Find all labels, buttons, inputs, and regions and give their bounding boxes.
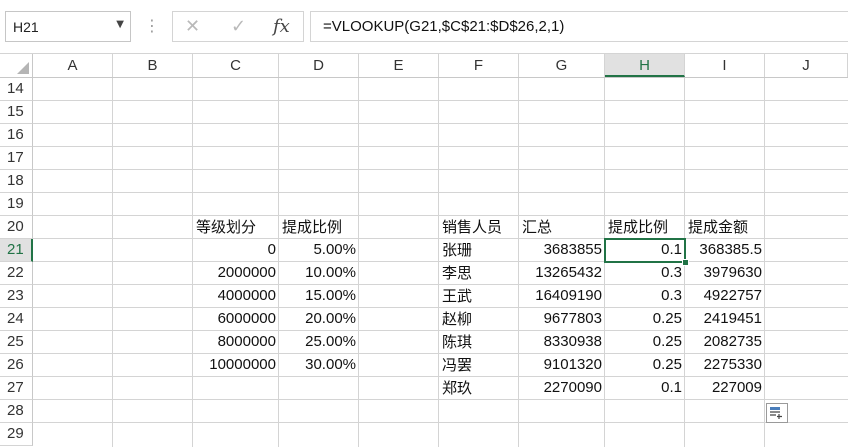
gridline [33, 123, 848, 124]
column-header-d[interactable]: D [279, 54, 359, 77]
tier-threshold-cell[interactable]: 0 [193, 239, 279, 261]
formula-input[interactable]: =VLOOKUP(G21,$C$21:$D$26,2,1) [310, 11, 848, 42]
sales-rate-cell[interactable]: 0.1 [605, 377, 685, 399]
row-header[interactable]: 20 [0, 216, 33, 239]
row-header[interactable]: 17 [0, 147, 33, 170]
row-header[interactable]: 19 [0, 193, 33, 216]
tier-rate-cell[interactable]: 15.00% [279, 285, 359, 307]
column-header-f[interactable]: F [439, 54, 519, 77]
column-header-i[interactable]: I [685, 54, 765, 77]
gridline [33, 146, 848, 147]
sales-rate-cell[interactable]: 0.25 [605, 354, 685, 376]
formula-buttons: ✕ ✓ fx [172, 11, 304, 42]
column-header-h[interactable]: H [605, 54, 685, 77]
row-header[interactable]: 18 [0, 170, 33, 193]
sales-person-cell[interactable]: 赵柳 [439, 308, 519, 330]
sales-amount-cell[interactable]: 227009 [685, 377, 765, 399]
tier-rate-cell[interactable]: 10.00% [279, 262, 359, 284]
sales-person-cell[interactable]: 李思 [439, 262, 519, 284]
row-header[interactable]: 16 [0, 124, 33, 147]
row-header[interactable]: 22 [0, 262, 33, 285]
gridline [33, 100, 848, 101]
quick-analysis-icon [770, 407, 782, 419]
tier-rate-cell[interactable]: 30.00% [279, 354, 359, 376]
tier-rate-cell[interactable]: 20.00% [279, 308, 359, 330]
row-header[interactable]: 28 [0, 400, 33, 423]
sales-person-cell[interactable]: 冯罢 [439, 354, 519, 376]
gridline [33, 399, 848, 400]
gridline [33, 192, 848, 193]
sales-rate-cell[interactable]: 0.3 [605, 285, 685, 307]
sales-person-cell[interactable]: 陈琪 [439, 331, 519, 353]
tier-rate-cell[interactable]: 5.00% [279, 239, 359, 261]
sales-amount-cell[interactable]: 2419451 [685, 308, 765, 330]
sales-header-person[interactable]: 销售人员 [439, 216, 519, 238]
sales-amount-cell[interactable]: 4922757 [685, 285, 765, 307]
row-header[interactable]: 23 [0, 285, 33, 308]
column-header-g[interactable]: G [519, 54, 605, 77]
sales-person-cell[interactable]: 郑玖 [439, 377, 519, 399]
gridline [112, 78, 113, 447]
cancel-icon[interactable]: ✕ [185, 15, 200, 39]
row-header[interactable]: 24 [0, 308, 33, 331]
row-header[interactable]: 26 [0, 354, 33, 377]
column-header-a[interactable]: A [33, 54, 113, 77]
drag-handle-icon[interactable]: ⋮ [144, 14, 160, 38]
sales-total-cell[interactable]: 8330938 [519, 331, 605, 353]
sales-total-cell[interactable]: 2270090 [519, 377, 605, 399]
gridline [33, 422, 848, 423]
column-header-b[interactable]: B [113, 54, 193, 77]
sales-header-total[interactable]: 汇总 [519, 216, 605, 238]
quick-analysis-button[interactable] [766, 403, 788, 423]
fill-handle[interactable] [682, 259, 689, 266]
sales-rate-cell[interactable]: 0.3 [605, 262, 685, 284]
sales-amount-cell[interactable]: 368385.5 [685, 239, 765, 261]
formula-bar: H21 ▼ ⋮ ✕ ✓ fx =VLOOKUP(G21,$C$21:$D$26,… [0, 0, 848, 54]
sales-amount-cell[interactable]: 2275330 [685, 354, 765, 376]
column-headers: A B C D E F G H I J [0, 54, 848, 78]
column-header-j[interactable]: J [765, 54, 848, 77]
formula-text: =VLOOKUP(G21,$C$21:$D$26,2,1) [323, 18, 565, 35]
sales-total-cell[interactable]: 9677803 [519, 308, 605, 330]
row-header[interactable]: 14 [0, 78, 33, 101]
sales-total-cell[interactable]: 16409190 [519, 285, 605, 307]
tier-header-threshold[interactable]: 等级划分 [193, 216, 279, 238]
insert-function-icon[interactable]: fx [273, 15, 290, 39]
tier-threshold-cell[interactable]: 4000000 [193, 285, 279, 307]
sales-rate-cell[interactable]: 0.25 [605, 331, 685, 353]
tier-rate-cell[interactable]: 25.00% [279, 331, 359, 353]
sales-amount-cell[interactable]: 2082735 [685, 331, 765, 353]
column-header-c[interactable]: C [193, 54, 279, 77]
tier-threshold-cell[interactable]: 2000000 [193, 262, 279, 284]
select-all-triangle-icon [17, 62, 29, 74]
sales-total-cell[interactable]: 9101320 [519, 354, 605, 376]
row-header[interactable]: 15 [0, 101, 33, 124]
sales-total-cell[interactable]: 13265432 [519, 262, 605, 284]
row-header[interactable]: 29 [0, 423, 33, 446]
row-header[interactable]: 25 [0, 331, 33, 354]
column-header-e[interactable]: E [359, 54, 439, 77]
gridline [33, 169, 848, 170]
sales-person-cell[interactable]: 王武 [439, 285, 519, 307]
tier-header-rate[interactable]: 提成比例 [279, 216, 359, 238]
active-cell-outline[interactable] [604, 238, 686, 263]
sales-header-rate[interactable]: 提成比例 [605, 216, 685, 238]
tier-threshold-cell[interactable]: 10000000 [193, 354, 279, 376]
tier-threshold-cell[interactable]: 8000000 [193, 331, 279, 353]
tier-threshold-cell[interactable]: 6000000 [193, 308, 279, 330]
sales-amount-cell[interactable]: 3979630 [685, 262, 765, 284]
select-all-button[interactable] [0, 54, 33, 77]
row-header[interactable]: 27 [0, 377, 33, 400]
sales-person-cell[interactable]: 张珊 [439, 239, 519, 261]
sales-total-cell[interactable]: 3683855 [519, 239, 605, 261]
sales-rate-cell[interactable]: 0.25 [605, 308, 685, 330]
enter-icon[interactable]: ✓ [231, 15, 246, 39]
chevron-down-icon[interactable]: ▼ [116, 19, 124, 30]
sales-header-amount[interactable]: 提成金额 [685, 216, 765, 238]
row-header-selected[interactable]: 21 [0, 239, 33, 262]
name-box-value: H21 [13, 19, 39, 35]
name-box[interactable]: H21 ▼ [5, 11, 131, 42]
